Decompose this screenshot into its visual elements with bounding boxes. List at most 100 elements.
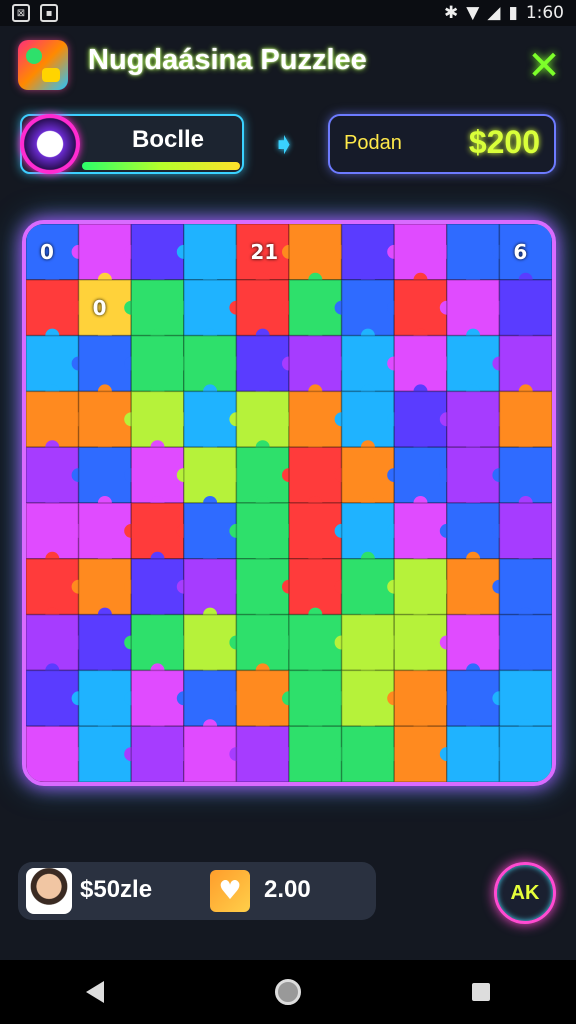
puzzle-piece[interactable]	[130, 224, 185, 281]
puzzle-piece[interactable]	[498, 613, 552, 672]
puzzle-piece[interactable]	[498, 669, 552, 727]
puzzle-piece[interactable]	[446, 613, 501, 672]
puzzle-piece[interactable]	[183, 502, 238, 560]
puzzle-piece[interactable]	[446, 725, 501, 782]
puzzle-piece[interactable]	[288, 669, 343, 727]
puzzle-piece[interactable]	[77, 334, 132, 393]
puzzle-piece[interactable]	[340, 446, 395, 504]
puzzle-piece[interactable]	[26, 558, 80, 616]
puzzle-piece[interactable]	[77, 390, 132, 448]
puzzle-piece[interactable]	[446, 669, 501, 727]
puzzle-piece[interactable]	[498, 446, 552, 504]
puzzle-piece[interactable]	[288, 279, 343, 337]
heart-icon[interactable]: ♥	[210, 870, 250, 912]
puzzle-piece[interactable]	[235, 334, 290, 393]
puzzle-piece[interactable]	[235, 613, 290, 672]
puzzle-piece[interactable]	[130, 502, 185, 560]
puzzle-piece[interactable]	[393, 279, 448, 337]
close-button[interactable]: ✕	[520, 44, 568, 92]
puzzle-piece[interactable]	[26, 390, 80, 448]
puzzle-piece[interactable]	[393, 725, 448, 782]
puzzle-board[interactable]: 0 21 6 0	[22, 220, 556, 786]
puzzle-piece[interactable]	[393, 446, 448, 504]
puzzle-piece[interactable]	[183, 390, 238, 448]
puzzle-piece[interactable]	[26, 613, 80, 672]
puzzle-piece[interactable]	[130, 558, 185, 616]
puzzle-piece[interactable]	[26, 446, 80, 504]
puzzle-piece[interactable]	[26, 725, 80, 782]
puzzle-piece[interactable]	[393, 334, 448, 393]
puzzle-piece[interactable]	[235, 558, 290, 616]
puzzle-piece[interactable]	[26, 502, 80, 560]
puzzle-piece[interactable]	[288, 502, 343, 560]
puzzle-piece[interactable]	[183, 446, 238, 504]
puzzle-piece[interactable]	[130, 725, 185, 782]
puzzle-piece[interactable]	[498, 390, 552, 448]
puzzle-piece[interactable]	[340, 558, 395, 616]
puzzle-piece[interactable]	[340, 613, 395, 672]
puzzle-piece[interactable]	[77, 224, 132, 281]
puzzle-piece[interactable]	[288, 224, 343, 281]
puzzle-piece[interactable]	[130, 613, 185, 672]
puzzle-piece[interactable]	[288, 613, 343, 672]
puzzle-piece[interactable]	[183, 279, 238, 337]
back-icon[interactable]	[85, 981, 104, 1003]
puzzle-piece[interactable]	[26, 334, 80, 393]
puzzle-piece[interactable]	[288, 725, 343, 782]
puzzle-piece[interactable]	[498, 279, 552, 337]
puzzle-piece[interactable]	[446, 390, 501, 448]
puzzle-piece[interactable]	[235, 502, 290, 560]
puzzle-piece[interactable]	[393, 669, 448, 727]
puzzle-piece[interactable]	[26, 279, 80, 337]
puzzle-piece[interactable]	[446, 502, 501, 560]
puzzle-piece[interactable]	[288, 558, 343, 616]
puzzle-piece[interactable]	[498, 334, 552, 393]
puzzle-piece[interactable]	[288, 446, 343, 504]
puzzle-piece[interactable]	[77, 613, 132, 672]
puzzle-piece[interactable]	[183, 334, 238, 393]
puzzle-piece[interactable]	[393, 613, 448, 672]
puzzle-piece[interactable]	[446, 446, 501, 504]
puzzle-piece[interactable]	[77, 669, 132, 727]
puzzle-piece[interactable]	[393, 502, 448, 560]
puzzle-piece[interactable]	[446, 224, 501, 281]
puzzle-piece[interactable]	[340, 334, 395, 393]
player-card[interactable]: Boclle	[20, 114, 244, 174]
puzzle-piece[interactable]	[77, 725, 132, 782]
puzzle-piece[interactable]	[130, 279, 185, 337]
puzzle-piece[interactable]	[340, 224, 395, 281]
action-button[interactable]: AK	[494, 862, 556, 924]
puzzle-piece[interactable]	[340, 669, 395, 727]
puzzle-piece[interactable]	[183, 613, 238, 672]
puzzle-piece[interactable]	[183, 558, 238, 616]
user-avatar[interactable]	[26, 868, 72, 914]
puzzle-piece[interactable]	[340, 725, 395, 782]
puzzle-piece[interactable]	[130, 334, 185, 393]
puzzle-piece[interactable]	[183, 725, 238, 782]
puzzle-piece[interactable]	[77, 446, 132, 504]
puzzle-piece[interactable]	[130, 669, 185, 727]
puzzle-piece[interactable]	[183, 669, 238, 727]
puzzle-piece[interactable]	[498, 558, 552, 616]
puzzle-piece[interactable]	[393, 558, 448, 616]
puzzle-piece[interactable]	[26, 669, 80, 727]
puzzle-piece[interactable]	[340, 502, 395, 560]
puzzle-piece[interactable]	[235, 669, 290, 727]
puzzle-piece[interactable]	[288, 390, 343, 448]
puzzle-piece[interactable]	[393, 390, 448, 448]
puzzle-piece[interactable]	[77, 502, 132, 560]
puzzle-piece[interactable]	[446, 279, 501, 337]
puzzle-piece[interactable]	[235, 279, 290, 337]
puzzle-piece[interactable]	[288, 334, 343, 393]
puzzle-piece[interactable]	[393, 224, 448, 281]
puzzle-piece[interactable]	[183, 224, 238, 281]
puzzle-piece[interactable]	[340, 390, 395, 448]
puzzle-piece[interactable]	[130, 446, 185, 504]
puzzle-piece[interactable]	[446, 558, 501, 616]
puzzle-piece[interactable]	[235, 390, 290, 448]
arrow-right-icon[interactable]: ➧	[266, 128, 302, 162]
recents-icon[interactable]	[472, 983, 491, 1001]
puzzle-piece[interactable]	[446, 334, 501, 393]
puzzle-piece[interactable]	[235, 446, 290, 504]
puzzle-piece[interactable]	[498, 502, 552, 560]
